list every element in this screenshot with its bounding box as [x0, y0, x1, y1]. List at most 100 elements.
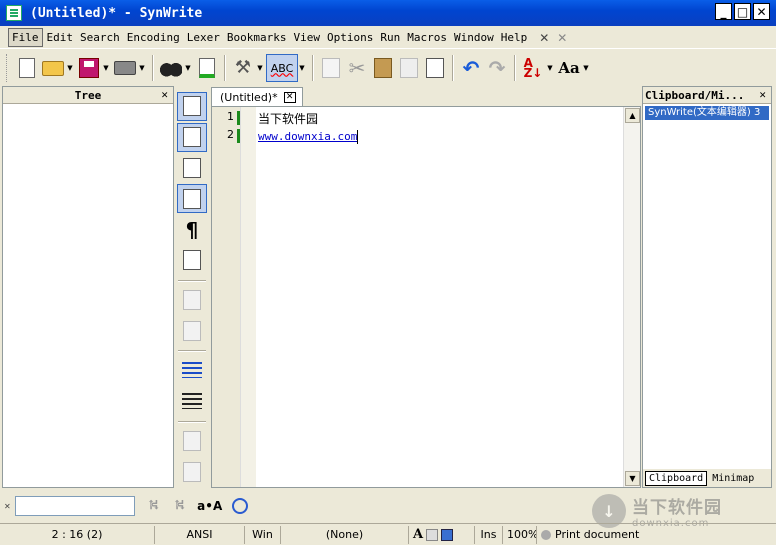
main-toolbar: ▼ ▼ ▼ ▼ ⚒ ▼ ABC ▼ ✂ ↶ ↷ A Z↓ ▼ Aa ▼: [0, 50, 776, 86]
tree-icon: [183, 96, 201, 117]
tab-minimap[interactable]: Minimap: [709, 472, 757, 485]
copy-button[interactable]: [318, 54, 344, 82]
menu-encoding[interactable]: Encoding: [124, 29, 183, 46]
font-icon[interactable]: A: [413, 526, 423, 544]
menu-lexer[interactable]: Lexer: [184, 29, 223, 46]
toolbar-separator: [514, 55, 516, 81]
goto-line-button[interactable]: [194, 54, 220, 82]
menu-edit[interactable]: Edit: [44, 29, 77, 46]
document-status[interactable]: Print document: [537, 526, 657, 544]
sort-az-icon: A Z↓: [523, 56, 543, 80]
search-input[interactable]: [14, 496, 135, 516]
fold-margin[interactable]: [240, 107, 256, 487]
find-button[interactable]: [158, 54, 184, 82]
zoom-status[interactable]: 100%: [503, 525, 537, 544]
output-toggle-button[interactable]: [177, 122, 207, 152]
delete-button[interactable]: [396, 54, 422, 82]
case-dropdown-arrow[interactable]: ▼: [582, 54, 590, 82]
tools-dropdown-arrow[interactable]: ▼: [256, 54, 264, 82]
line-ending-status[interactable]: Win: [245, 525, 281, 544]
text-editor[interactable]: 1 2 当下软件园 www.downxia.com ▲ ▼: [211, 106, 641, 488]
caret-position[interactable]: 2 : 16 (2): [0, 525, 155, 544]
menu-view[interactable]: View: [290, 29, 323, 46]
properties-button[interactable]: [422, 54, 448, 82]
find-next-button[interactable]: ⛕: [141, 493, 167, 519]
uncomment-button[interactable]: [177, 316, 207, 345]
menu-window[interactable]: Window: [451, 29, 497, 46]
indent-button[interactable]: [177, 356, 207, 385]
scroll-up-button[interactable]: ▲: [625, 108, 640, 123]
sort-button[interactable]: A Z↓: [520, 54, 546, 82]
print-button[interactable]: [112, 54, 138, 82]
unfold-icon: [183, 461, 201, 482]
magnifier-icon: [231, 498, 248, 514]
menu-search[interactable]: Search: [77, 29, 123, 46]
text-cursor: [357, 130, 359, 144]
non-printable-button[interactable]: ¶: [177, 215, 207, 244]
clipboard-close-icon[interactable]: ✕: [759, 88, 766, 101]
tree-toggle-button[interactable]: [177, 92, 207, 121]
spell-toggle-button[interactable]: [177, 154, 207, 183]
tools-icon: ⚒: [234, 57, 252, 78]
new-file-button[interactable]: [14, 54, 40, 82]
close-all-tabs-icon[interactable]: ✕: [557, 31, 567, 45]
case-button[interactable]: Aa: [556, 54, 582, 82]
unindent-button[interactable]: [177, 387, 207, 416]
menu-options[interactable]: Options: [324, 29, 376, 46]
insert-mode-status[interactable]: Ins: [475, 525, 503, 544]
comment-button[interactable]: [177, 286, 207, 315]
find-dropdown-arrow[interactable]: ▼: [184, 54, 192, 82]
minimize-button[interactable]: _: [715, 3, 732, 20]
redo-icon: ↷: [488, 56, 506, 80]
status-bar: 2 : 16 (2) ANSI Win (None) A Ins 100% Pr…: [0, 523, 776, 545]
readonly-icon[interactable]: [426, 528, 439, 541]
cut-button[interactable]: ✂: [344, 54, 370, 82]
menu-macros[interactable]: Macros: [404, 29, 450, 46]
fold-button[interactable]: [177, 427, 207, 456]
wrap-icon[interactable]: [441, 528, 454, 541]
scroll-down-button[interactable]: ▼: [625, 471, 640, 486]
menu-help[interactable]: Help: [498, 29, 531, 46]
line-number: 1: [227, 110, 234, 123]
sort-dropdown-arrow[interactable]: ▼: [546, 54, 554, 82]
toolbar-grip[interactable]: [6, 54, 10, 82]
numbering-button[interactable]: [177, 184, 207, 214]
save-dropdown-arrow[interactable]: ▼: [102, 54, 110, 82]
tree-close-icon[interactable]: ✕: [161, 88, 168, 101]
menu-run[interactable]: Run: [377, 29, 403, 46]
close-button[interactable]: ✕: [753, 3, 770, 20]
print-dropdown-arrow[interactable]: ▼: [138, 54, 146, 82]
unfold-button[interactable]: [177, 457, 207, 486]
preview-button[interactable]: [177, 246, 207, 275]
close-tab-icon[interactable]: ✕: [539, 31, 549, 45]
match-case-button[interactable]: a•A: [193, 493, 227, 519]
search-options-button[interactable]: [227, 493, 253, 519]
open-file-button[interactable]: [40, 54, 66, 82]
tab-untitled[interactable]: (Untitled)* ✕: [211, 87, 303, 106]
tab-close-icon[interactable]: ✕: [283, 91, 296, 103]
tab-clipboard[interactable]: Clipboard: [645, 470, 708, 486]
undo-button[interactable]: ↶: [458, 54, 484, 82]
paste-button[interactable]: [370, 54, 396, 82]
maximize-button[interactable]: □: [734, 3, 751, 20]
menu-file[interactable]: File: [8, 28, 43, 47]
find-next-icon: ⛕: [148, 497, 159, 513]
status-icons: A: [409, 525, 475, 544]
find-previous-button[interactable]: ⛕: [167, 493, 193, 519]
spell-check-button[interactable]: ABC: [266, 54, 298, 82]
open-dropdown-arrow[interactable]: ▼: [66, 54, 74, 82]
menu-bar: File Edit Search Encoding Lexer Bookmark…: [0, 27, 776, 49]
redo-button[interactable]: ↷: [484, 54, 510, 82]
encoding-status[interactable]: ANSI: [155, 525, 245, 544]
tools-button[interactable]: ⚒: [230, 54, 256, 82]
vertical-scrollbar[interactable]: ▲ ▼: [623, 107, 640, 487]
spell-dropdown-arrow[interactable]: ▼: [298, 54, 306, 82]
lexer-status[interactable]: (None): [281, 525, 409, 544]
printer-icon: [114, 61, 136, 75]
clipboard-entry[interactable]: SynWrite(文本编辑器) 3: [645, 106, 769, 120]
save-button[interactable]: [76, 54, 102, 82]
pilcrow-icon: ¶: [185, 217, 199, 242]
search-bar-close-icon[interactable]: ✕: [4, 502, 11, 511]
menu-bookmarks[interactable]: Bookmarks: [224, 29, 290, 46]
code-content[interactable]: 当下软件园 www.downxia.com: [258, 110, 359, 146]
